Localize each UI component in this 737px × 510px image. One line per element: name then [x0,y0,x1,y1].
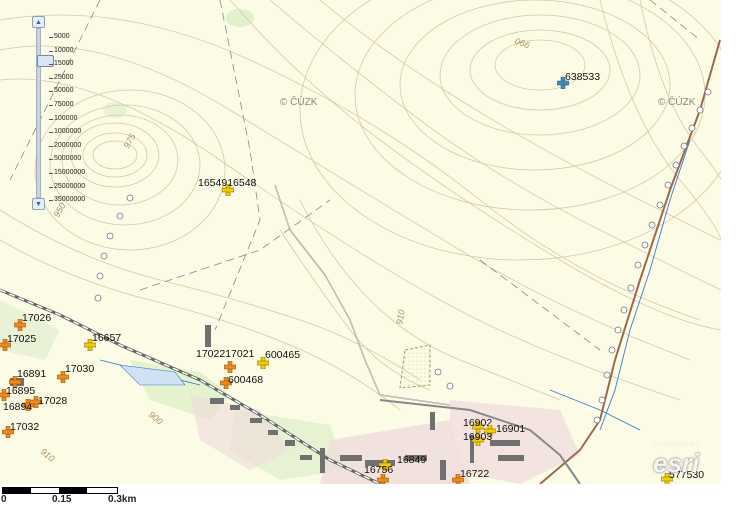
copyright-watermark: © ČÚZK [658,97,696,108]
zoom-scale-tick: 35000000 [48,196,86,204]
map-marker-label: 600465 [265,349,301,361]
scale-label: 0.15 [52,494,72,505]
map-marker-label: 16894 [3,401,33,413]
zoom-slider[interactable]: ▲ ▼ 5000 10000 15000 25000 50000 75000 100000 1… [30,16,90,216]
zoom-scale-tick: 10000 [48,46,74,54]
map-marker-label: 1702217021 [196,348,255,360]
zoom-scale-tick: 5000 [49,33,70,40]
zoom-scale-tick: 2000000 [48,141,82,149]
map-marker-label: 638533 [565,71,601,83]
map-marker-label: 1654916548 [198,177,257,189]
zoom-scale-tick: 50000 [48,87,74,95]
map-basemap [0,0,721,484]
map-marker-label: 16901 [496,423,526,435]
map-marker-label: 17028 [38,395,68,407]
map-canvas[interactable]: © ČÚZK © ČÚZK 990 975 950 910 900 910 63… [0,0,721,484]
zoom-scale-tick: 15000000 [48,169,86,176]
zoom-scale-tick: 100000 [48,114,78,122]
map-marker-label: 16657 [92,332,122,344]
map-marker-label: 17026 [22,312,52,324]
scale-bar-graphic [2,487,118,494]
map-marker-icon[interactable] [224,361,236,373]
map-marker-label: 16722 [460,468,490,480]
map-marker-label: 16891 [17,368,47,380]
zoom-scale-tick: 25000000 [48,182,86,190]
zoom-scale-tick: 75000 [48,101,74,108]
zoom-out-button[interactable]: ▼ [32,198,45,210]
copyright-watermark: © ČÚZK [280,97,318,108]
zoom-scale-tick: 5000000 [48,155,82,163]
map-marker-label: 17030 [65,363,95,375]
zoom-track[interactable] [36,28,54,198]
esri-wordmark: esri [653,448,700,478]
scale-label: 0.3km [108,494,137,505]
map-marker-label: 16903 [463,431,493,443]
esri-logo: POWERED BY esri [650,440,720,480]
map-marker-label: 600468 [228,374,264,386]
scale-label: 0 [1,494,7,505]
zoom-slider-thumb[interactable] [37,55,54,67]
map-marker-label: 16756 [364,464,394,476]
scale-bar: 0 0.15 0.3km [0,486,160,510]
map-marker-label: 17032 [10,421,40,433]
zoom-scale-tick: 15000 [48,60,74,68]
zoom-in-button[interactable]: ▲ [32,16,45,28]
map-marker-label: 16849 [397,454,427,466]
map-marker-label: 17025 [7,333,37,345]
zoom-scale-tick: 25000 [48,73,74,81]
zoom-scale-tick: 1000000 [48,128,82,136]
